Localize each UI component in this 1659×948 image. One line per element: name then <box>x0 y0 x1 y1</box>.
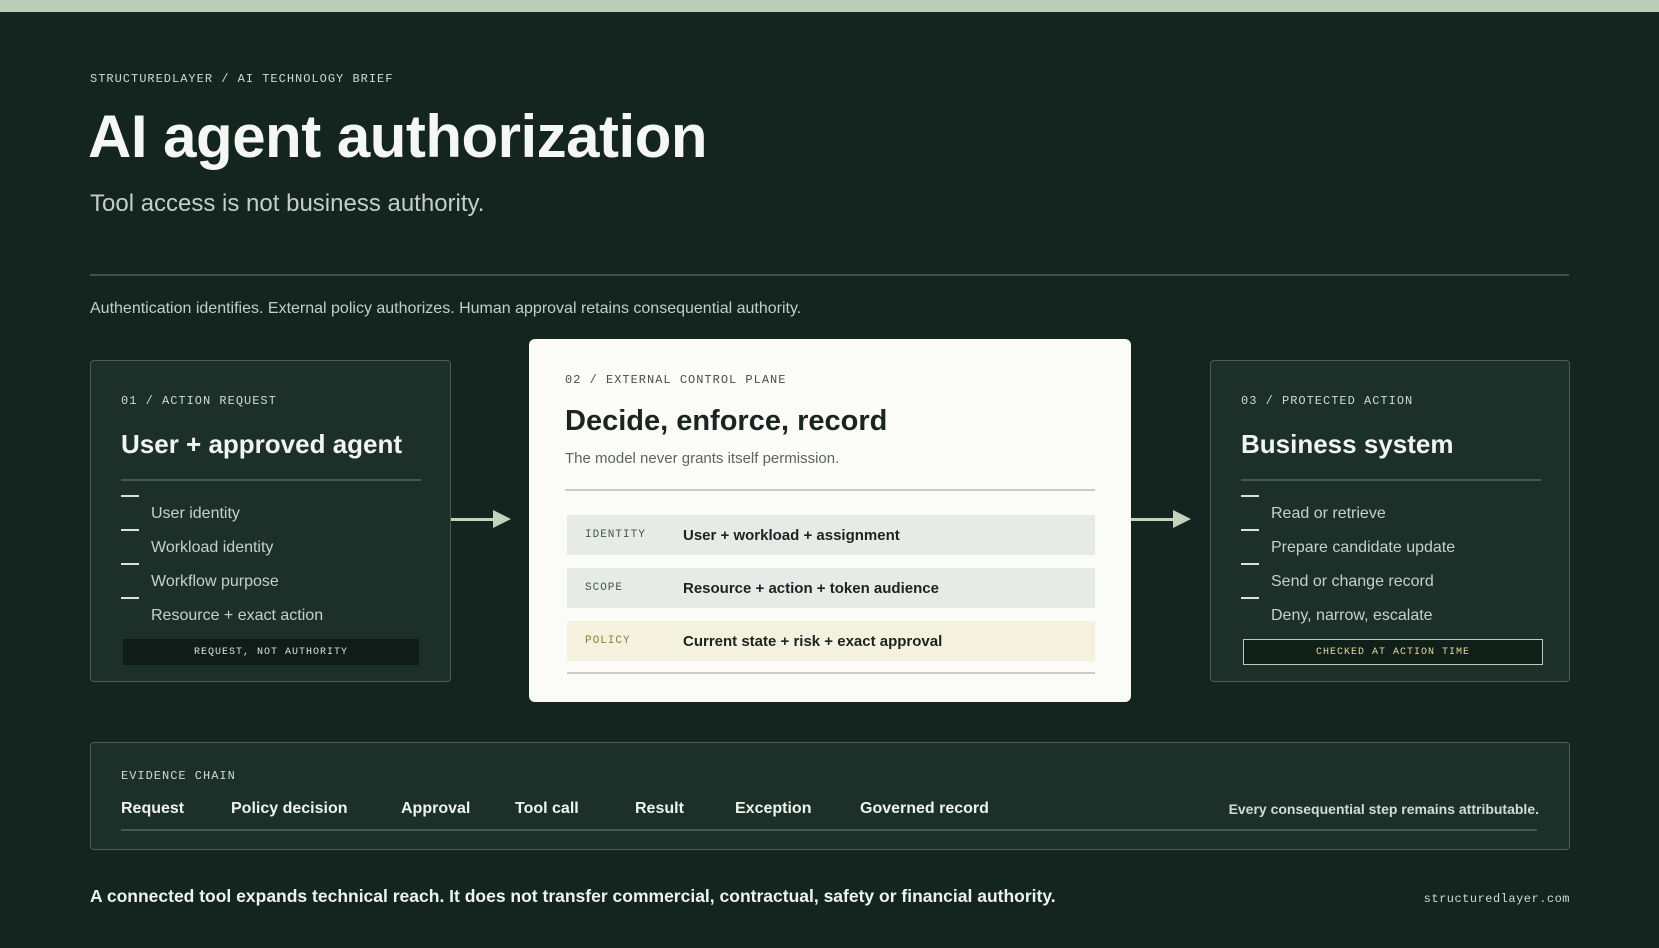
footer-statement: A connected tool expands technical reach… <box>90 886 1056 906</box>
protected-action-card: 03 / PROTECTED ACTION Business system Re… <box>1210 360 1570 682</box>
dash-icon <box>121 495 139 497</box>
list-item: Deny, narrow, escalate <box>1241 597 1455 631</box>
list-item: User identity <box>121 495 323 529</box>
evidence-step: Tool call <box>515 800 579 817</box>
card-list: Read or retrieve Prepare candidate updat… <box>1241 495 1455 631</box>
evidence-step: Approval <box>401 800 471 817</box>
dash-icon <box>121 563 139 565</box>
card-heading: Business system <box>1241 429 1454 459</box>
dash-icon <box>1241 563 1259 565</box>
header-divider <box>90 274 1569 276</box>
dash-icon <box>121 529 139 531</box>
action-request-card: 01 / ACTION REQUEST User + approved agen… <box>90 360 451 682</box>
control-row-policy: POLICY Current state + risk + exact appr… <box>567 621 1095 661</box>
page-subtitle: Tool access is not business authority. <box>90 190 485 217</box>
list-item: Workflow purpose <box>121 563 323 597</box>
arrow-right-icon <box>451 510 511 528</box>
card-label: 03 / PROTECTED ACTION <box>1241 394 1414 408</box>
evidence-step: Request <box>121 800 185 817</box>
control-row-identity: IDENTITY User + workload + assignment <box>567 515 1095 555</box>
list-item: Prepare candidate update <box>1241 529 1455 563</box>
control-plane-card: 02 / EXTERNAL CONTROL PLANE Decide, enfo… <box>529 339 1131 702</box>
card-heading: Decide, enforce, record <box>565 405 888 437</box>
card-label: 02 / EXTERNAL CONTROL PLANE <box>565 373 787 387</box>
control-row-scope: SCOPE Resource + action + token audience <box>567 568 1095 608</box>
kicker: STRUCTUREDLAYER / AI TECHNOLOGY BRIEF <box>90 72 394 86</box>
dash-icon <box>1241 597 1259 599</box>
arrow-right-icon <box>1131 510 1191 528</box>
row-value: User + workload + assignment <box>683 526 900 544</box>
dash-icon <box>1241 529 1259 531</box>
evidence-step: Policy decision <box>231 800 348 817</box>
evidence-chain-panel: EVIDENCE CHAIN Request Policy decision A… <box>90 742 1570 850</box>
card-label: 01 / ACTION REQUEST <box>121 394 277 408</box>
row-key: IDENTITY <box>585 529 646 541</box>
lede-text: Authentication identifies. External poli… <box>90 300 802 317</box>
row-value: Resource + action + token audience <box>683 579 939 597</box>
site-link[interactable]: structuredlayer.com <box>1424 892 1570 906</box>
card-tag: CHECKED AT ACTION TIME <box>1243 639 1543 665</box>
evidence-note: Every consequential step remains attribu… <box>1228 801 1539 817</box>
evidence-step: Result <box>635 800 684 817</box>
top-accent-bar <box>0 0 1659 12</box>
card-divider <box>121 479 421 481</box>
card-divider-bottom <box>567 672 1095 674</box>
card-heading: User + approved agent <box>121 429 403 459</box>
card-divider <box>565 489 1095 491</box>
row-value: Current state + risk + exact approval <box>683 632 943 650</box>
page-title: AI agent authorization <box>88 103 708 170</box>
list-item: Resource + exact action <box>121 597 323 631</box>
card-tag: REQUEST, NOT AUTHORITY <box>123 639 419 665</box>
dash-icon <box>121 597 139 599</box>
card-list: User identity Workload identity Workflow… <box>121 495 323 631</box>
evidence-step: Governed record <box>860 800 989 817</box>
evidence-step: Exception <box>735 800 812 817</box>
list-item: Send or change record <box>1241 563 1455 597</box>
row-key: POLICY <box>585 635 631 647</box>
panel-divider <box>121 829 1537 831</box>
row-key: SCOPE <box>585 582 624 594</box>
panel-label: EVIDENCE CHAIN <box>121 769 236 783</box>
list-item: Workload identity <box>121 529 323 563</box>
dash-icon <box>1241 495 1259 497</box>
list-item: Read or retrieve <box>1241 495 1455 529</box>
card-divider <box>1241 479 1541 481</box>
card-subtext: The model never grants itself permission… <box>565 450 840 467</box>
